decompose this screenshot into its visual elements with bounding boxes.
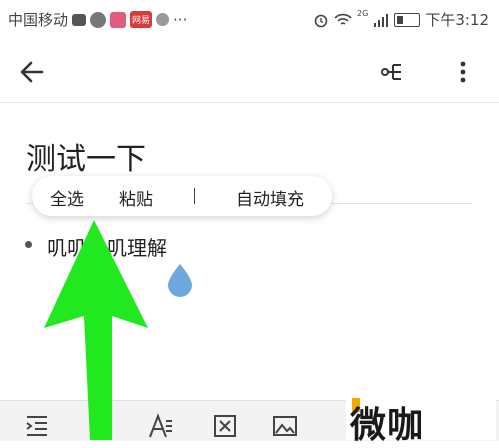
select-all-button[interactable]: 全选 <box>50 185 84 210</box>
text-selection-menu: 全选 粘贴 自动填充 <box>32 176 332 216</box>
app-bar <box>0 42 499 103</box>
text-cursor-handle[interactable] <box>165 262 195 298</box>
status-right: 2G 下午3:12 <box>313 9 489 30</box>
annotation-arrow <box>44 220 148 440</box>
app-notification-icon <box>110 11 127 28</box>
network-type-label: 2G <box>357 9 369 18</box>
image-icon[interactable] <box>272 413 298 439</box>
status-time: 下午3:12 <box>425 11 489 29</box>
activity-icon <box>72 13 87 26</box>
more-button[interactable] <box>447 56 479 88</box>
carrier-label: 中国移动 <box>8 11 69 29</box>
note-title[interactable]: 测试一下 <box>26 134 146 178</box>
battery-icon <box>394 12 421 27</box>
app-notification-icon <box>90 11 107 28</box>
app-notification-icon: 网易 <box>130 11 153 28</box>
status-bar: 中国移动 网易 ··· 2G 下午3:12 <box>0 0 499 38</box>
watermark-text: 微咖 <box>350 405 425 446</box>
autofill-button[interactable]: 自动填充 <box>236 185 304 210</box>
image-box-icon[interactable] <box>212 413 238 439</box>
more-notifications: ··· <box>173 10 188 29</box>
mind-map-icon <box>381 64 401 80</box>
signal-icon <box>374 13 389 27</box>
menu-separator <box>194 188 195 204</box>
mind-map-button[interactable] <box>376 56 408 88</box>
bullet-icon <box>25 241 32 248</box>
paste-button[interactable]: 粘贴 <box>119 185 153 210</box>
alarm-icon <box>314 14 328 27</box>
arrow-left-icon <box>20 61 44 83</box>
wifi-icon <box>334 13 352 25</box>
status-left: 中国移动 网易 ··· <box>8 9 187 30</box>
more-vertical-icon <box>460 61 466 83</box>
back-button[interactable] <box>16 56 48 88</box>
app-notification-icon <box>156 13 170 26</box>
